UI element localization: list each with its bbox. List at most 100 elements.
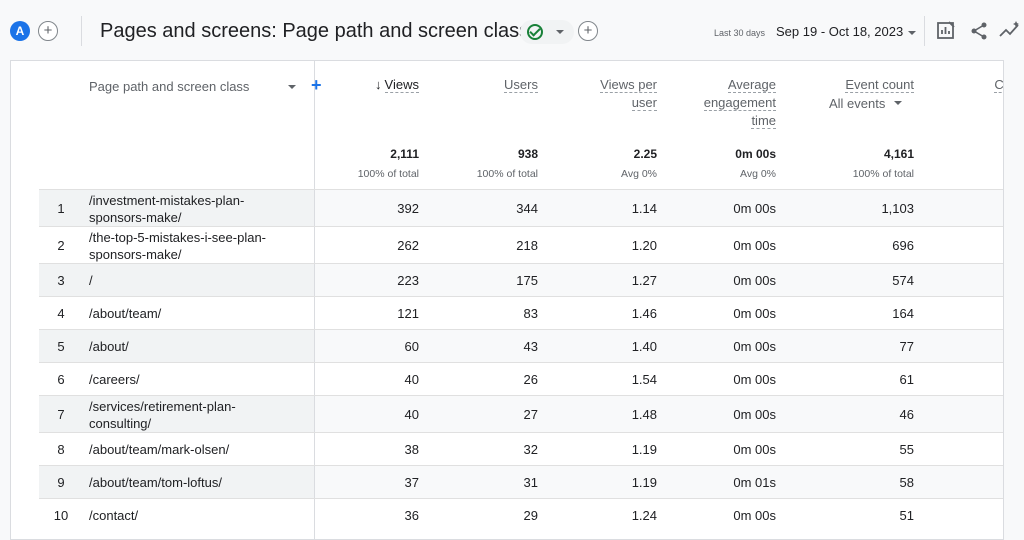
column-header-label: user xyxy=(631,95,657,111)
table-row[interactable]: 10/contact/36 29 1.24 0m 00s 51 xyxy=(39,498,1003,531)
cell-views-per-user: 1.24 xyxy=(631,508,657,523)
event-filter-dropdown[interactable]: All events xyxy=(829,96,903,111)
table-row[interactable]: 6/careers/40 26 1.54 0m 00s 61 xyxy=(39,362,1003,395)
dimension-selector[interactable]: Page path and screen class xyxy=(89,79,249,94)
cell-event-count: 58 xyxy=(899,475,914,490)
add-filter-button[interactable]: + xyxy=(578,21,598,41)
column-header-views[interactable]: ↓ Views xyxy=(319,76,419,94)
column-header-users[interactable]: Users xyxy=(438,76,538,94)
cell-avg-engagement-time: 0m 00s xyxy=(733,339,776,354)
report-status-dropdown[interactable] xyxy=(520,20,574,44)
page-path-cell[interactable]: /contact/ xyxy=(89,507,289,524)
column-header-label: Average xyxy=(727,77,776,93)
divider xyxy=(81,16,82,46)
cell-avg-engagement-time: 0m 00s xyxy=(733,508,776,523)
metric-cells: 392 344 1.14 0m 00s 1,103 xyxy=(315,190,1003,226)
date-range-picker[interactable]: Sep 19 - Oct 18, 2023 xyxy=(776,24,903,39)
date-chevron-down-icon xyxy=(908,31,916,35)
cell-users: 31 xyxy=(523,475,538,490)
page-path-cell[interactable]: /careers/ xyxy=(89,371,289,388)
dimension-cell: 1/investment-mistakes-plan-sponsors-make… xyxy=(39,190,314,226)
cell-views-per-user: 1.27 xyxy=(631,273,657,288)
metric-cells: 121 83 1.46 0m 00s 164 xyxy=(315,297,1003,329)
table-row[interactable]: 7/services/retirement-plan-consulting/40… xyxy=(39,395,1003,432)
table-row[interactable]: 8/about/team/mark-olsen/38 32 1.19 0m 00s 55 xyxy=(39,432,1003,465)
cell-event-count: 696 xyxy=(892,238,914,253)
cell-views: 60 xyxy=(404,339,419,354)
row-number: 4 xyxy=(57,306,65,321)
cell-avg-engagement-time: 0m 01s xyxy=(733,475,776,490)
total-event-count: 4,161 xyxy=(883,147,914,161)
column-header-label: engagement xyxy=(703,95,776,111)
total-users: 938 xyxy=(517,147,538,161)
add-comparison-button[interactable]: + xyxy=(38,21,58,41)
column-header-conversions[interactable]: Co xyxy=(951,76,1003,94)
insights-icon xyxy=(999,21,1019,37)
page-path-cell[interactable]: / xyxy=(89,272,289,289)
dimension-header: Page path and screen class + xyxy=(39,61,322,189)
dimension-cell: 6/careers/ xyxy=(39,363,314,395)
row-number: 8 xyxy=(57,442,65,457)
event-filter-label: All events xyxy=(829,96,886,111)
total-subtext: Avg 0% xyxy=(740,168,776,180)
metric-cells: 36 29 1.24 0m 00s 51 xyxy=(315,499,1003,531)
page-path-cell[interactable]: /services/retirement-plan-consulting/ xyxy=(89,398,289,432)
cell-views-per-user: 1.46 xyxy=(631,306,657,321)
table-row[interactable]: 3/223 175 1.27 0m 00s 574 xyxy=(39,263,1003,296)
column-header-label: Users xyxy=(504,77,538,93)
page-path-cell[interactable]: /about/team/ xyxy=(89,305,289,322)
cell-event-count: 1,103 xyxy=(881,201,914,216)
cell-views-per-user: 1.54 xyxy=(631,372,657,387)
column-header-avg-engagement-time[interactable]: Average engagement time xyxy=(666,76,776,130)
table-row[interactable]: 2/the-top-5-mistakes-i-see-plan-sponsors… xyxy=(39,226,1003,263)
cell-users: 32 xyxy=(523,442,538,457)
row-number: 6 xyxy=(57,372,65,387)
chevron-down-icon xyxy=(894,101,903,105)
metric-cells: 262 218 1.20 0m 00s 696 xyxy=(315,227,1003,263)
cell-event-count: 46 xyxy=(899,407,914,422)
cell-avg-engagement-time: 0m 00s xyxy=(733,273,776,288)
table-row[interactable]: 5/about/60 43 1.40 0m 00s 77 xyxy=(39,329,1003,362)
page-path-cell[interactable]: /about/ xyxy=(89,338,289,355)
customize-report-button[interactable] xyxy=(935,20,957,42)
table-row[interactable]: 1/investment-mistakes-plan-sponsors-make… xyxy=(39,189,1003,226)
cell-users: 83 xyxy=(523,306,538,321)
cell-avg-engagement-time: 0m 00s xyxy=(733,407,776,422)
cell-views: 40 xyxy=(404,407,419,422)
cell-event-count: 61 xyxy=(899,372,914,387)
cell-users: 344 xyxy=(516,201,538,216)
page-path-cell[interactable]: /about/team/mark-olsen/ xyxy=(89,441,289,458)
cell-avg-engagement-time: 0m 00s xyxy=(733,306,776,321)
column-header-event-count[interactable]: Event count xyxy=(784,76,914,94)
share-icon xyxy=(971,22,987,40)
share-button[interactable] xyxy=(968,20,990,42)
cell-users: 26 xyxy=(523,372,538,387)
dimension-cell: 7/services/retirement-plan-consulting/ xyxy=(39,396,314,432)
row-number: 9 xyxy=(57,475,65,490)
table-row[interactable]: 4/about/team/121 83 1.46 0m 00s 164 xyxy=(39,296,1003,329)
cell-views-per-user: 1.20 xyxy=(631,238,657,253)
dimension-cell: 4/about/team/ xyxy=(39,297,314,329)
page-path-cell[interactable]: /about/team/tom-loftus/ xyxy=(89,474,289,491)
column-header-label: Views per xyxy=(600,77,657,93)
cell-users: 29 xyxy=(523,508,538,523)
column-header-views-per-user[interactable]: Views per user xyxy=(557,76,657,112)
customize-report-icon xyxy=(937,21,955,39)
page-path-cell[interactable]: /investment-mistakes-plan-sponsors-make/ xyxy=(89,192,289,226)
cell-views: 37 xyxy=(404,475,419,490)
cell-users: 27 xyxy=(523,407,538,422)
table-row[interactable]: 9/about/team/tom-loftus/37 31 1.19 0m 01s 58 xyxy=(39,465,1003,498)
cell-users: 43 xyxy=(523,339,538,354)
insights-button[interactable] xyxy=(998,20,1020,42)
dimension-cell: 9/about/team/tom-loftus/ xyxy=(39,466,314,498)
page-path-cell[interactable]: /the-top-5-mistakes-i-see-plan-sponsors-… xyxy=(89,229,289,263)
row-number: 10 xyxy=(53,508,69,523)
cell-event-count: 164 xyxy=(892,306,914,321)
chevron-down-icon xyxy=(288,85,296,89)
property-avatar[interactable]: A xyxy=(10,21,30,41)
total-avg-engagement-time: 0m 00s xyxy=(735,147,776,161)
row-number: 1 xyxy=(57,201,65,216)
total-subtext: 100% of total xyxy=(852,168,914,180)
total-views-per-user: 2.25 xyxy=(633,147,657,161)
cell-users: 218 xyxy=(516,238,538,253)
